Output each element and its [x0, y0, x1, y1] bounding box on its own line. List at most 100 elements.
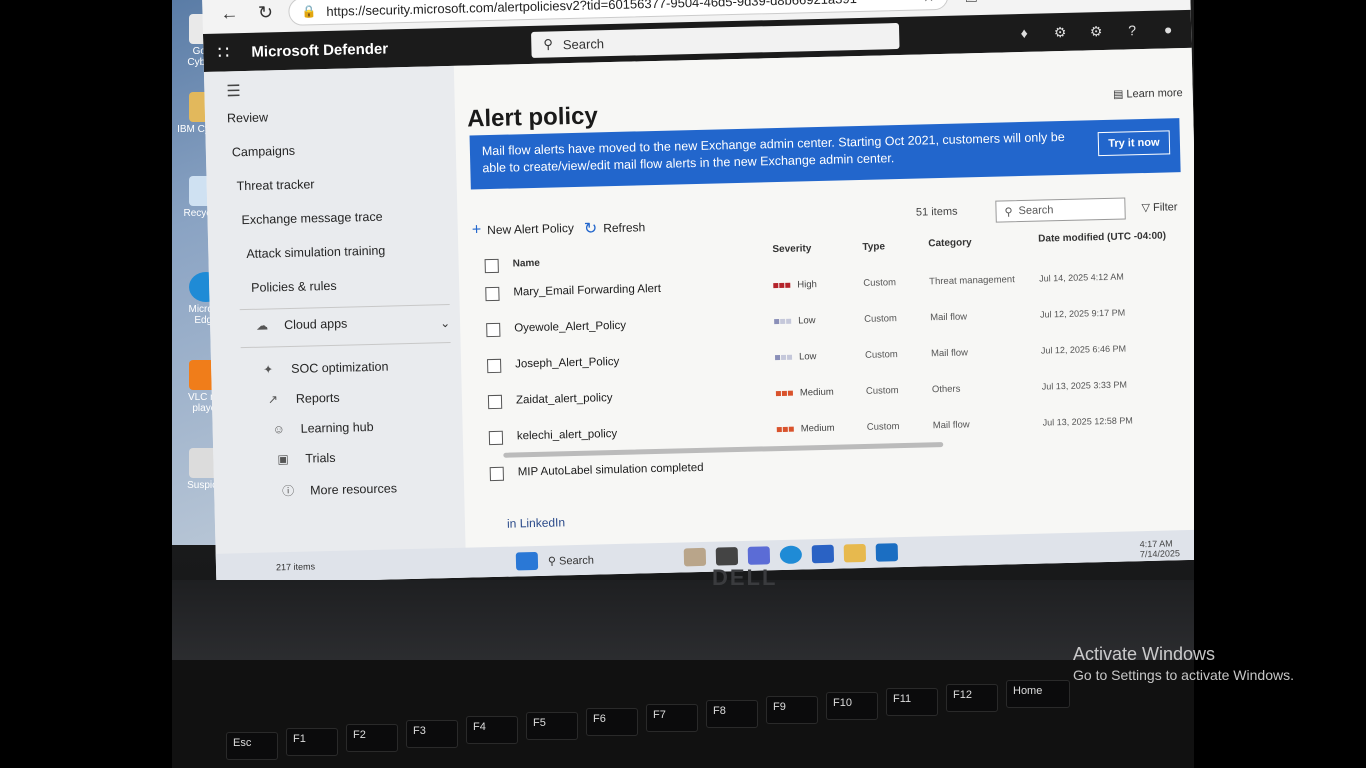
row-checkbox[interactable] [487, 394, 503, 410]
category-cell: Threat management [929, 274, 1015, 288]
extension-icon[interactable]: ▣ [960, 0, 983, 6]
nav-item-threat-tracker[interactable]: Threat tracker [237, 177, 315, 193]
date-cell: Jul 12, 2025 9:17 PM [1039, 307, 1126, 320]
nav-item-reports[interactable]: ↗ Reports [268, 391, 340, 407]
row-checkbox[interactable] [485, 286, 500, 302]
date-cell: Jul 13, 2025 3:33 PM [1041, 379, 1128, 392]
nav-item-learning-hub[interactable]: ☺ Learning hub [272, 420, 373, 436]
nav-item-cloud-apps[interactable]: ☁ Cloud apps [256, 317, 348, 333]
laptop-keyboard: Esc F1 F2 F3 F4 F5 F6 F7 F8 F9 F10 F11 F12 Home [172, 660, 1194, 768]
outlook-icon[interactable] [875, 543, 899, 562]
key-f8: F8 [706, 700, 758, 728]
folder-icon[interactable] [843, 543, 867, 563]
favorites-icon[interactable]: ★ [1028, 0, 1051, 5]
task-view-icon[interactable] [715, 547, 739, 566]
try-it-now-button[interactable]: Try it now [1097, 130, 1171, 157]
type-cell: Custom [864, 349, 898, 361]
severity-bars-icon [774, 354, 793, 361]
linkedin-item[interactable]: in LinkedIn [507, 515, 565, 530]
header-search-input[interactable]: ⚲ Search [531, 22, 900, 58]
key-f2: F2 [346, 724, 398, 752]
page-title: Alert policy [466, 102, 599, 133]
help-icon[interactable]: ? [1117, 21, 1147, 39]
lock-icon: 🔒 [301, 4, 317, 19]
column-header-date[interactable]: Date modified (UTC -04:00) [1038, 231, 1166, 245]
row-checkbox[interactable] [489, 466, 504, 482]
nav-item-attack-simulation[interactable]: Attack simulation training [246, 244, 385, 261]
row-checkbox[interactable] [486, 322, 501, 338]
category-cell: Others [931, 383, 961, 396]
clock-date: 7/14/2025 [1139, 548, 1181, 560]
nav-item-message-trace[interactable]: Exchange message trace [241, 210, 382, 227]
taskbar-search[interactable]: ⚲ Search [548, 553, 594, 567]
teams-icon[interactable] [747, 546, 771, 565]
column-header-type[interactable]: Type [862, 241, 885, 253]
filter-button[interactable]: ▽ Filter [1141, 200, 1177, 214]
severity-cell: High [773, 279, 817, 291]
app-title[interactable]: Microsoft Defender [251, 36, 531, 60]
nav-item-trials[interactable]: ▣ Trials [277, 451, 335, 466]
column-header-name[interactable]: Name [513, 258, 541, 270]
nav-item-more-resources[interactable]: ⓘ More resources [282, 479, 397, 499]
refresh-button[interactable]: ↻ Refresh [584, 217, 646, 238]
policy-name[interactable]: Oyewole_Alert_Policy [514, 320, 626, 335]
puzzle-icon[interactable]: ❖ [994, 0, 1017, 6]
shield-icon[interactable]: ⛨ [1096, 0, 1119, 3]
policy-name[interactable]: kelechi_alert_policy [517, 428, 618, 442]
bell-icon[interactable]: ♦ [1009, 24, 1039, 42]
chevron-down-icon[interactable]: ⌄ [440, 316, 450, 330]
avatar[interactable]: ● [1153, 21, 1183, 39]
windows-start-icon[interactable] [515, 551, 539, 571]
select-all-checkbox[interactable] [484, 258, 499, 274]
category-cell: Mail flow [929, 311, 968, 324]
date-cell: Jul 12, 2025 6:46 PM [1040, 343, 1127, 356]
column-header-severity[interactable]: Severity [772, 243, 811, 255]
policy-name[interactable]: Joseph_Alert_Policy [515, 356, 619, 371]
severity-bars-icon [776, 426, 795, 433]
edge-icon[interactable] [779, 545, 803, 565]
store-icon[interactable] [811, 544, 835, 564]
list-search-input[interactable]: ⚲ Search [995, 197, 1126, 223]
profile-icon[interactable]: ● [1130, 0, 1153, 2]
nav-divider [240, 342, 451, 349]
gear-icon[interactable]: ⚙ [1081, 22, 1111, 40]
new-alert-policy-button[interactable]: + New Alert Policy [472, 219, 574, 239]
row-checkbox[interactable] [487, 358, 502, 374]
row-checkbox[interactable] [488, 430, 504, 446]
learn-more-link[interactable]: ▤ Learn more [1113, 86, 1183, 101]
left-navigation: ☰ Review Campaigns Threat tracker Exchan… [203, 65, 467, 584]
filter-icon: ▽ [1141, 201, 1151, 215]
refresh-icon[interactable]: ↻ [252, 0, 279, 26]
policy-name[interactable]: Zaidat_alert_policy [516, 392, 613, 406]
book-icon: ▤ [1112, 88, 1124, 101]
community-icon[interactable]: ⚙ [1045, 23, 1075, 41]
severity-cell: Low [774, 351, 817, 363]
policy-name[interactable]: Mary_Email Forwarding Alert [513, 283, 661, 299]
column-header-category[interactable]: Category [928, 237, 972, 249]
severity-cell: Low [774, 315, 816, 327]
cloud-icon: ☁ [255, 318, 269, 333]
key-f11: F11 [886, 688, 938, 716]
key-f12: F12 [946, 684, 998, 712]
heart-icon[interactable]: ♡ [1062, 0, 1085, 4]
laptop-screen: ← ↻ 🔒 https://security.microsoft.com/ale… [202, 0, 1194, 584]
nav-item-review[interactable]: Review [227, 110, 268, 125]
policy-name[interactable]: MIP AutoLabel simulation completed [518, 462, 704, 479]
favorite-star-icon[interactable]: ☆ [922, 0, 936, 5]
widgets-icon[interactable] [683, 547, 707, 567]
key-f1: F1 [286, 728, 338, 756]
linkedin-icon: in [506, 516, 517, 531]
items-count: 51 items [915, 205, 958, 219]
nav-item-policies-rules[interactable]: Policies & rules [251, 279, 337, 295]
back-icon[interactable]: ← [216, 0, 243, 27]
explorer-items-count: 217 items [275, 561, 316, 573]
nav-item-soc-optimization[interactable]: ✦ SOC optimization [263, 360, 389, 377]
key-home: Home [1006, 680, 1070, 708]
system-tray[interactable]: 4:17 AM 7/14/2025 [1140, 538, 1181, 559]
refresh-icon: ↻ [583, 220, 598, 238]
nav-item-campaigns[interactable]: Campaigns [232, 144, 296, 160]
app-launcher-icon[interactable]: ∷ [203, 42, 244, 64]
more-icon[interactable]: ⋯ [1164, 0, 1187, 1]
photo-frame: Googl Cyberse IBM Cyberse Recycle B Micr… [172, 0, 1194, 768]
hamburger-menu-icon[interactable]: ☰ [226, 81, 241, 101]
